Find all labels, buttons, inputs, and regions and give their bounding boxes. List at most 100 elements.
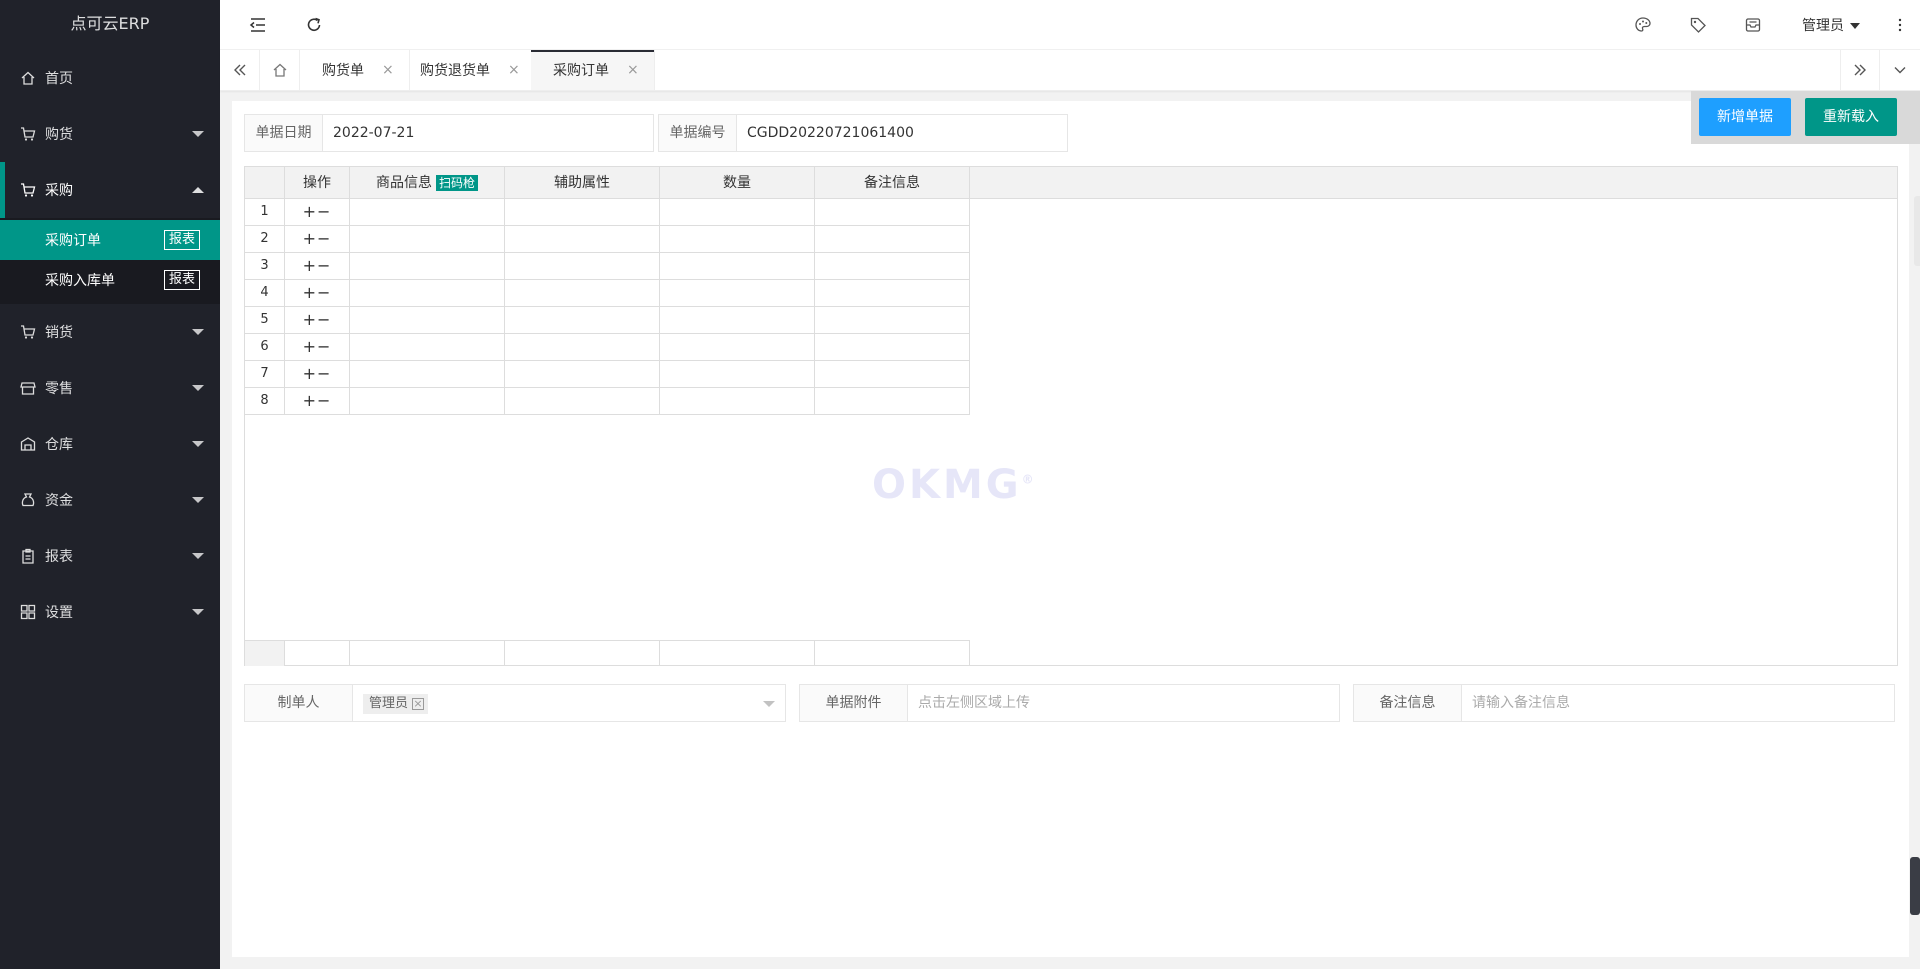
document-number-input[interactable]: CGDD20220721061400 (737, 115, 1067, 151)
goods-cell[interactable] (350, 280, 505, 306)
qty-cell[interactable] (660, 307, 815, 333)
goods-cell[interactable] (350, 199, 505, 225)
chevron-down-icon (192, 609, 204, 615)
document-date-input[interactable]: 2022-07-21 (323, 115, 653, 151)
tag-icon[interactable] (1686, 13, 1710, 37)
row-add-remove-buttons[interactable]: +− (285, 361, 350, 387)
qty-cell[interactable] (660, 334, 815, 360)
tab-purchase-goods[interactable]: 购货单 × (300, 50, 410, 90)
row-number: 4 (245, 280, 285, 306)
tab-bar: 购货单 × 购货退货单 × 采购订单 × (220, 50, 1920, 91)
sidebar-item-retail[interactable]: 零售 (0, 360, 220, 416)
qty-cell[interactable] (660, 280, 815, 306)
side-scroll-handle[interactable] (1910, 857, 1920, 915)
row-add-remove-buttons[interactable]: +− (285, 280, 350, 306)
new-document-button[interactable]: 新增单据 (1699, 98, 1791, 136)
sidebar-item-warehouse[interactable]: 仓库 (0, 416, 220, 472)
row-add-remove-buttons[interactable]: +− (285, 334, 350, 360)
remark-cell[interactable] (815, 199, 970, 225)
tabs-scroll-right-icon[interactable] (1840, 50, 1880, 90)
selected-user-tag: 管理员 × (363, 694, 429, 714)
qty-cell[interactable] (660, 388, 815, 414)
qty-cell[interactable] (660, 253, 815, 279)
menu-collapse-icon[interactable] (246, 13, 270, 37)
attr-cell[interactable] (505, 226, 660, 252)
dropdown-arrow-icon[interactable] (763, 701, 775, 707)
row-add-remove-buttons[interactable]: +− (285, 226, 350, 252)
qty-cell[interactable] (660, 226, 815, 252)
sidebar-item-procurement[interactable]: 采购 (0, 162, 220, 218)
report-link[interactable]: 报表 (163, 230, 200, 250)
close-icon[interactable]: × (382, 62, 394, 78)
sidebar-item-purchase-goods[interactable]: 购货 (0, 106, 220, 162)
attr-cell[interactable] (505, 388, 660, 414)
warehouse-icon (20, 436, 36, 452)
sidebar-subitem-purchase-inbound[interactable]: 采购入库单 报表 (0, 260, 220, 300)
remark-cell[interactable] (815, 334, 970, 360)
attachment-input[interactable]: 点击左侧区域上传 (908, 685, 1339, 721)
tab-purchase-return[interactable]: 购货退货单 × (398, 50, 536, 90)
goods-cell[interactable] (350, 388, 505, 414)
row-number: 3 (245, 253, 285, 279)
grid-footer-row (245, 640, 970, 666)
grid-header: 操作 商品信息 扫码枪 辅助属性 数量 备注信息 (245, 167, 1897, 199)
remark-input[interactable]: 请输入备注信息 (1462, 685, 1894, 721)
row-add-remove-buttons[interactable]: +− (285, 199, 350, 225)
remark-cell[interactable] (815, 253, 970, 279)
qty-cell[interactable] (660, 199, 815, 225)
row-add-remove-buttons[interactable]: +− (285, 253, 350, 279)
sidebar-item-label: 首页 (45, 71, 73, 87)
tabs-dropdown-icon[interactable] (1880, 50, 1920, 90)
clipboard-icon (20, 548, 36, 564)
row-add-remove-buttons[interactable]: +− (285, 307, 350, 333)
header-goods: 商品信息 扫码枪 (350, 167, 505, 199)
sidebar-item-sales[interactable]: 销货 (0, 304, 220, 360)
tab-home-icon[interactable] (260, 50, 300, 90)
remove-icon[interactable]: × (412, 698, 425, 710)
user-menu[interactable]: 管理员 (1802, 15, 1860, 35)
remark-field: 备注信息 请输入备注信息 (1353, 684, 1895, 722)
remark-cell[interactable] (815, 388, 970, 414)
attr-cell[interactable] (505, 307, 660, 333)
sidebar-item-reports[interactable]: 报表 (0, 528, 220, 584)
theme-palette-icon[interactable] (1631, 13, 1655, 37)
tab-purchase-order[interactable]: 采购订单 × (531, 50, 655, 90)
remark-cell[interactable] (815, 361, 970, 387)
sidebar-item-home[interactable]: 首页 (0, 50, 220, 106)
qty-cell[interactable] (660, 361, 815, 387)
tabs-scroll-left-icon[interactable] (220, 50, 260, 90)
attr-cell[interactable] (505, 253, 660, 279)
cart-icon (20, 126, 36, 142)
sidebar-subitem-purchase-order[interactable]: 采购订单 报表 (0, 220, 220, 260)
scanner-button[interactable]: 扫码枪 (435, 175, 478, 191)
attr-cell[interactable] (505, 199, 660, 225)
document-date-field: 单据日期 2022-07-21 (244, 114, 654, 152)
attr-cell[interactable] (505, 334, 660, 360)
remark-cell[interactable] (815, 280, 970, 306)
sidebar-item-funds[interactable]: 资金 (0, 472, 220, 528)
close-icon[interactable]: × (508, 62, 520, 78)
goods-cell[interactable] (350, 226, 505, 252)
more-vertical-icon[interactable] (1888, 13, 1912, 37)
attr-cell[interactable] (505, 361, 660, 387)
chevron-down-icon (192, 497, 204, 503)
side-handle[interactable] (1914, 196, 1920, 266)
refresh-icon[interactable] (302, 13, 326, 37)
message-box-icon[interactable] (1741, 13, 1765, 37)
attr-cell[interactable] (505, 280, 660, 306)
footer-cell (285, 641, 350, 666)
sidebar-item-settings[interactable]: 设置 (0, 584, 220, 640)
goods-cell[interactable] (350, 361, 505, 387)
user-name: 管理员 (1802, 18, 1844, 34)
remark-cell[interactable] (815, 226, 970, 252)
remark-cell[interactable] (815, 307, 970, 333)
maker-select[interactable]: 管理员 × (353, 685, 785, 721)
report-link[interactable]: 报表 (163, 270, 200, 290)
row-add-remove-buttons[interactable]: +− (285, 388, 350, 414)
close-icon[interactable]: × (627, 62, 639, 78)
attachment-label[interactable]: 单据附件 (800, 685, 908, 721)
reload-button[interactable]: 重新载入 (1805, 98, 1897, 136)
goods-cell[interactable] (350, 253, 505, 279)
goods-cell[interactable] (350, 334, 505, 360)
goods-cell[interactable] (350, 307, 505, 333)
